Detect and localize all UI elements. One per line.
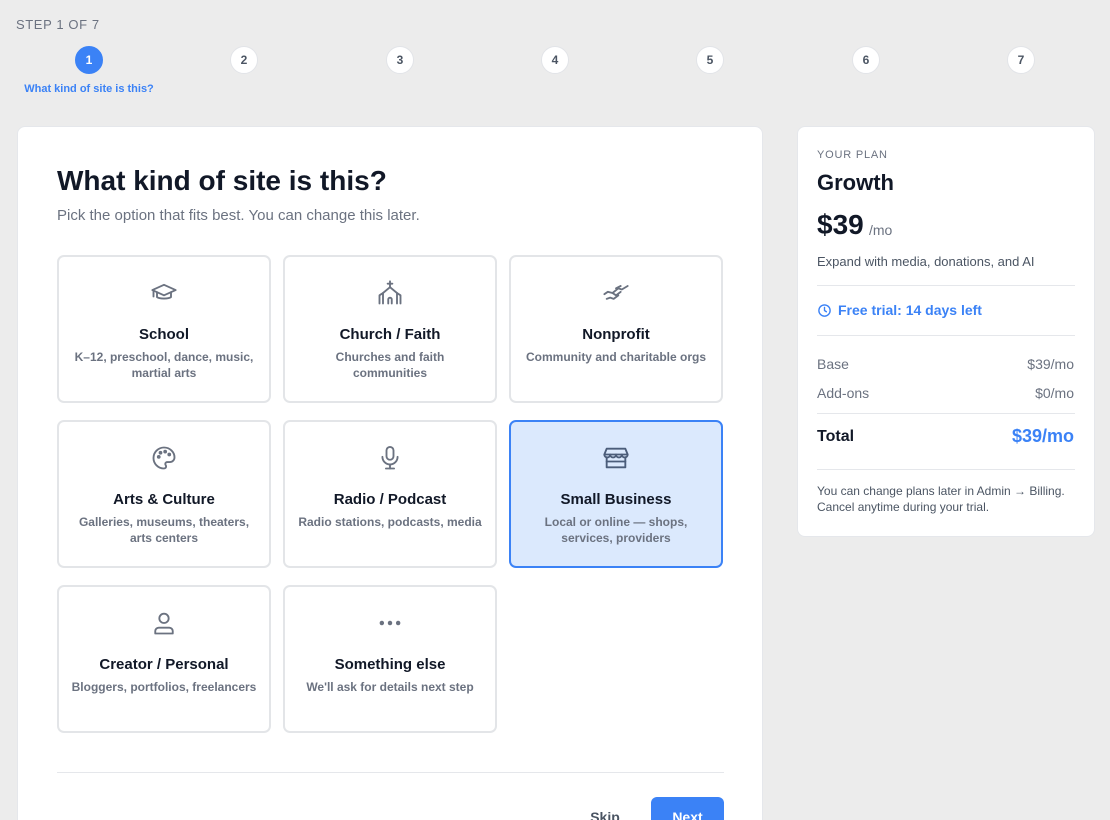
option-description: Radio stations, podcasts, media [298, 515, 482, 529]
plan-price: $39 [817, 209, 864, 240]
step-6[interactable]: 6 [852, 46, 880, 74]
option-description: Churches and faith communities [335, 350, 445, 380]
site-type-card: What kind of site is this? Pick the opti… [17, 126, 763, 820]
active-step-caption: What kind of site is this? [24, 83, 154, 95]
option-something-else[interactable]: Something else We'll ask for details nex… [283, 585, 497, 733]
option-small-business[interactable]: Small Business Local or online — shops, … [509, 420, 723, 568]
option-arts-culture[interactable]: Arts & Culture Galleries, museums, theat… [57, 420, 271, 568]
skip-button[interactable]: Skip [578, 797, 632, 820]
option-title: Church / Faith [339, 326, 441, 343]
page-title: What kind of site is this? [57, 165, 387, 196]
graduation-cap-icon [59, 277, 269, 309]
storefront-icon [511, 442, 721, 474]
plan-period: /mo [869, 222, 893, 238]
step-5[interactable]: 5 [696, 46, 724, 74]
option-description: Bloggers, portfolios, freelancers [71, 680, 257, 694]
trial-text: Free trial: 14 days left [838, 302, 982, 318]
option-description: Galleries, museums, theaters, arts cente… [78, 515, 250, 545]
option-description: We'll ask for details next step [306, 680, 474, 694]
option-creator-personal[interactable]: Creator / Personal Bloggers, portfolios,… [57, 585, 271, 733]
footer-divider [57, 772, 724, 773]
clock-icon [817, 303, 832, 318]
base-value: $39/mo [1027, 356, 1074, 372]
option-nonprofit[interactable]: Nonprofit Community and charitable orgs [509, 255, 723, 403]
divider [817, 413, 1075, 414]
base-label: Base [817, 356, 849, 372]
church-icon [285, 277, 495, 309]
divider [817, 335, 1075, 336]
option-title: Radio / Podcast [333, 491, 447, 508]
step-7[interactable]: 7 [1007, 46, 1035, 74]
trial-status: Free trial: 14 days left [817, 302, 982, 318]
more-dots-icon [285, 607, 495, 639]
option-title: Nonprofit [582, 326, 650, 343]
progress-stepper: 1 2 3 4 5 6 7 What kind of site is this? [0, 46, 1110, 106]
handshake-icon [511, 277, 721, 309]
option-description: K–12, preschool, dance, music, martial a… [74, 350, 254, 380]
step-2[interactable]: 2 [230, 46, 258, 74]
plan-note: You can change plans later in Admin → Bi… [817, 484, 1065, 514]
step-3[interactable]: 3 [386, 46, 414, 74]
option-title: Arts & Culture [113, 491, 215, 508]
divider [817, 469, 1075, 470]
option-title: Something else [334, 656, 446, 673]
option-description: Community and charitable orgs [525, 350, 707, 364]
option-school[interactable]: School K–12, preschool, dance, music, ma… [57, 255, 271, 403]
step-4[interactable]: 4 [541, 46, 569, 74]
option-title: Small Business [560, 491, 672, 508]
total-label: Total [817, 428, 855, 445]
plan-name: Growth [817, 170, 894, 195]
page-subtitle: Pick the option that fits best. You can … [57, 207, 420, 224]
step-counter: STEP 1 OF 7 [16, 17, 100, 32]
option-church-faith[interactable]: Church / Faith Churches and faith commun… [283, 255, 497, 403]
addons-label: Add-ons [817, 385, 870, 401]
step-1[interactable]: 1 [75, 46, 103, 74]
total-value: $39/mo [1011, 426, 1074, 446]
option-radio-podcast[interactable]: Radio / Podcast Radio stations, podcasts… [283, 420, 497, 568]
palette-icon [59, 442, 269, 474]
addons-value: $0/mo [1035, 385, 1074, 401]
onboarding-page: STEP 1 OF 7 1 2 3 4 5 6 7 What kind of s… [0, 0, 1110, 820]
divider [817, 285, 1075, 286]
plan-summary-card: YOUR PLAN Growth $39 /mo Expand with med… [797, 126, 1095, 537]
plan-description: Expand with media, donations, and AI [817, 254, 1035, 269]
microphone-icon [285, 442, 495, 474]
option-title: School [138, 326, 189, 343]
option-title: Creator / Personal [99, 656, 229, 673]
next-button[interactable]: Next [651, 797, 724, 820]
person-icon [59, 607, 269, 639]
site-type-options: School K–12, preschool, dance, music, ma… [57, 255, 725, 735]
plan-eyebrow: YOUR PLAN [817, 149, 888, 161]
option-description: Local or online — shops, services, provi… [544, 515, 688, 545]
